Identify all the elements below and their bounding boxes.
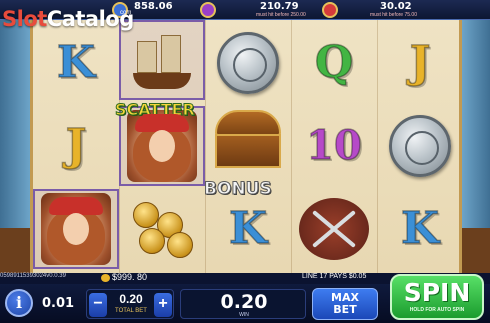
treasure-chest-icon xyxy=(209,106,287,170)
win-value: 0.20 xyxy=(220,291,268,313)
pirate-lady-icon xyxy=(41,193,111,265)
jackpot-value: 858.06 xyxy=(134,1,173,12)
spin-button[interactable]: SPIN HOLD FOR AUTO SPIN xyxy=(390,274,484,320)
reel3-row1-symbol xyxy=(205,23,291,103)
spin-label: SPIN xyxy=(403,278,471,307)
reel4-row2-symbol: 10 xyxy=(291,106,377,186)
reel4-row3-symbol xyxy=(291,189,377,269)
balance: $999. 80 xyxy=(112,272,148,282)
reel4-row1-symbol: Q xyxy=(291,23,377,103)
silver-coin-icon xyxy=(389,115,451,177)
right-deck xyxy=(462,228,490,273)
control-bar: i 0.01 − 0.20 TOTAL BET + 0.20 WIN MAX BE… xyxy=(0,274,490,323)
denomination[interactable]: 0.01 xyxy=(42,296,74,311)
game-screen: K J K Q 10 J K SCATTER BONUS 858.06 210.… xyxy=(0,0,490,323)
reel1-row2-symbol: J xyxy=(33,106,119,186)
reel3-row2-symbol xyxy=(205,98,291,178)
info-button[interactable]: i xyxy=(5,289,33,317)
jackpot-value: 210.79 xyxy=(260,1,299,12)
logo-part1: Slot xyxy=(2,7,47,31)
win-panel: 0.20 WIN xyxy=(180,289,306,319)
symbol-j: J xyxy=(65,120,87,171)
crossed-swords-icon xyxy=(299,198,369,260)
symbol-j: J xyxy=(409,37,431,88)
jackpot-hint: must hit before 250.00 xyxy=(256,12,306,18)
reel2-row3-symbol xyxy=(119,189,205,269)
max-bet-label: MAX BET xyxy=(331,291,359,316)
bet-panel: − 0.20 TOTAL BET + xyxy=(86,289,174,319)
auto-spin-hint: HOLD FOR AUTO SPIN xyxy=(409,307,465,313)
watermark-logo: SlotCatalog xyxy=(2,7,134,31)
symbol-k: K xyxy=(400,203,440,254)
logo-sub: com xyxy=(120,10,132,16)
jackpot-value: 30.02 xyxy=(380,1,412,12)
reel1-row3-symbol xyxy=(33,189,119,269)
symbol-k: K xyxy=(228,203,268,254)
symbol-10: 10 xyxy=(305,122,362,169)
pirate-lady-icon xyxy=(127,110,197,182)
bonus-label: BONUS xyxy=(204,179,273,200)
reel5-row1-symbol: J xyxy=(377,23,463,103)
reel5-row3-symbol: K xyxy=(377,189,463,269)
reel1-row1-symbol: K xyxy=(33,23,119,103)
win-label: WIN xyxy=(239,312,249,318)
star-gem-icon xyxy=(200,2,216,18)
reel3-row3-symbol: K xyxy=(205,189,291,269)
line-win-info: LINE 17 PAYS $0.05 xyxy=(302,273,367,280)
reel-grid: K J K Q 10 J K SCATTER BONUS xyxy=(30,18,462,273)
jackpot-hint: must hit before 75.00 xyxy=(370,12,417,18)
bet-increase-button[interactable]: + xyxy=(154,293,172,317)
gold-coins-icon xyxy=(127,198,197,260)
symbol-q: Q xyxy=(314,37,354,88)
left-deck xyxy=(0,228,30,273)
reel5-row2-symbol xyxy=(377,106,463,186)
max-bet-button[interactable]: MAX BET xyxy=(312,288,378,320)
bet-decrease-button[interactable]: − xyxy=(89,293,107,317)
reel2-row1-symbol xyxy=(119,20,205,100)
symbol-k: K xyxy=(56,37,96,88)
silver-coin-icon xyxy=(217,32,279,94)
coins-icon xyxy=(101,274,110,282)
star-gem-icon xyxy=(322,2,338,18)
total-bet-value: 0.20 xyxy=(119,292,143,306)
game-id: 05989115393024v0.0.39 xyxy=(0,273,66,279)
total-bet-label: TOTAL BET xyxy=(115,308,147,314)
pirate-ship-icon xyxy=(125,27,199,93)
